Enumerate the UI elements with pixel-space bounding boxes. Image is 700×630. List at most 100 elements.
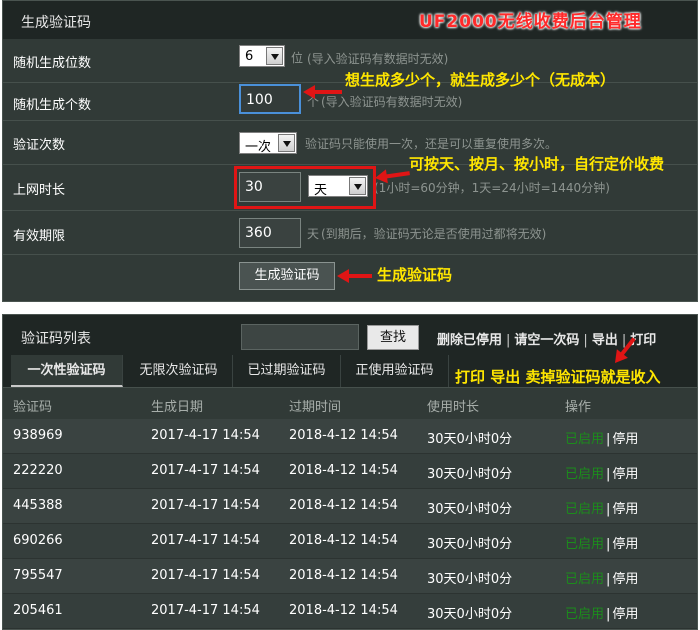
separator: | — [606, 572, 611, 587]
status-label: 已启用 — [565, 607, 605, 622]
list-panel: 验证码列表 查找 删除已停用 | 请空一次码 | 导出 | 打印 一次性验证码 无限次验证码… — [2, 314, 698, 630]
created-cell: 2017-4-17 14:54 — [151, 533, 260, 548]
count-annotation: 想生成多少个，就生成多少个（无成本） — [345, 71, 616, 89]
generator-panel: 生成验证码 UF2000无线收费后台管理 随机生成位数 6 位 (导入验证码有数… — [2, 0, 698, 302]
disable-link[interactable]: 停用 — [612, 502, 638, 517]
code-cell: 938969 — [13, 428, 63, 443]
row-digits-label: 随机生成位数 — [13, 56, 92, 71]
created-cell: 2017-4-17 14:54 — [151, 568, 260, 583]
col-code: 验证码 — [13, 400, 53, 415]
separator: | — [606, 607, 611, 622]
export-link[interactable]: 导出 — [592, 333, 618, 348]
list-actions: 删除已停用 | 请空一次码 | 导出 | 打印 — [437, 333, 657, 348]
col-created: 生成日期 — [151, 400, 204, 415]
table-row: 205461 2017-4-17 14:54 2018-4-12 14:54 30天0… — [3, 594, 697, 629]
row-validity-label: 有效期限 — [13, 229, 66, 244]
table-body: 938969 2017-4-17 14:54 2018-4-12 14:54 30天0… — [3, 419, 697, 630]
chevron-down-icon — [266, 47, 283, 65]
operation-cell: 已启用 | 停用 — [565, 568, 638, 587]
separator: | — [606, 467, 611, 482]
digits-select[interactable]: 6 — [239, 45, 285, 67]
tab-expired[interactable]: 已过期验证码 — [233, 355, 341, 387]
operation-cell: 已启用 | 停用 — [565, 463, 638, 482]
duration-hint: (1小时=60分钟，1天=24小时=1440分钟) — [374, 181, 610, 195]
expires-cell: 2018-4-12 14:54 — [289, 498, 398, 513]
operation-cell: 已启用 | 停用 — [565, 498, 638, 517]
duration-annotation: 可按天、按月、按小时，自行定价收费 — [409, 155, 665, 173]
promo-title: UF2000无线收费后台管理 — [419, 12, 642, 32]
chevron-down-icon — [278, 134, 295, 152]
separator: | — [606, 502, 611, 517]
row-duration-label: 上网时长 — [13, 183, 66, 198]
row-validity: 有效期限 360 天 (到期后，验证码无论是否使用过都将无效) — [3, 211, 697, 255]
table-row: 795547 2017-4-17 14:54 2018-4-12 14:54 30天0… — [3, 559, 697, 594]
table-row: 222220 2017-4-17 14:54 2018-4-12 14:54 30天0… — [3, 454, 697, 489]
generate-annotation: 生成验证码 — [377, 266, 453, 284]
list-title: 验证码列表 — [21, 331, 91, 347]
count-input[interactable]: 100 — [239, 84, 301, 114]
expires-cell: 2018-4-12 14:54 — [289, 603, 398, 618]
list-header: 验证码列表 查找 删除已停用 | 请空一次码 | 导出 | 打印 — [3, 315, 697, 355]
duration-cell: 30天0小时0分 — [427, 572, 513, 587]
created-cell: 2017-4-17 14:54 — [151, 428, 260, 443]
col-operation: 操作 — [565, 400, 592, 415]
print-export-annotation: 打印 导出 卖掉验证码就是收入 — [455, 368, 661, 386]
status-label: 已启用 — [565, 502, 605, 517]
code-cell: 445388 — [13, 498, 63, 513]
created-cell: 2017-4-17 14:54 — [151, 498, 260, 513]
disable-link[interactable]: 停用 — [612, 537, 638, 552]
table-row: 938969 2017-4-17 14:54 2018-4-12 14:54 30天0… — [3, 419, 697, 454]
created-cell: 2017-4-17 14:54 — [151, 463, 260, 478]
code-cell: 690266 — [13, 533, 63, 548]
duration-cell: 30天0小时0分 — [427, 502, 513, 517]
generate-button[interactable]: 生成验证码 — [239, 262, 335, 290]
expires-cell: 2018-4-12 14:54 — [289, 463, 398, 478]
tab-unlimited[interactable]: 无限次验证码 — [125, 355, 233, 387]
delete-disabled-link[interactable]: 删除已停用 — [437, 333, 502, 348]
verify-select[interactable]: 一次 — [239, 132, 297, 155]
col-duration: 使用时长 — [427, 400, 480, 415]
expires-cell: 2018-4-12 14:54 — [289, 428, 398, 443]
disable-link[interactable]: 停用 — [612, 467, 638, 482]
status-label: 已启用 — [565, 572, 605, 587]
disable-link[interactable]: 停用 — [612, 432, 638, 447]
generator-title: 生成验证码 — [21, 15, 91, 31]
tab-one-time[interactable]: 一次性验证码 — [11, 355, 123, 387]
expires-cell: 2018-4-12 14:54 — [289, 568, 398, 583]
digits-hint: (导入验证码有数据时无效) — [307, 52, 449, 66]
validity-input[interactable]: 360 — [239, 218, 301, 248]
disable-link[interactable]: 停用 — [612, 607, 638, 622]
tab-in-use[interactable]: 正使用验证码 — [341, 355, 449, 387]
duration-cell: 30天0小时0分 — [427, 537, 513, 552]
operation-cell: 已启用 | 停用 — [565, 603, 638, 622]
validity-unit: 天 — [307, 227, 320, 241]
table-row: 445388 2017-4-17 14:54 2018-4-12 14:54 30天0… — [3, 489, 697, 524]
validity-input-value: 360 — [245, 225, 272, 241]
verify-hint: 验证码只能使用一次，还是可以重复使用多次。 — [305, 137, 558, 151]
clear-once-codes-link[interactable]: 请空一次码 — [514, 333, 579, 348]
duration-cell: 30天0小时0分 — [427, 607, 513, 622]
generator-header: 生成验证码 UF2000无线收费后台管理 — [3, 1, 697, 39]
validity-hint: (到期后，验证码无论是否使用过都将无效) — [321, 227, 547, 241]
count-hint: (导入验证码有数据时无效) — [321, 95, 463, 109]
code-cell: 222220 — [13, 463, 63, 478]
separator: | — [606, 537, 611, 552]
row-verify-label: 验证次数 — [13, 138, 66, 153]
code-cell: 205461 — [13, 603, 63, 618]
table-header: 验证码 生成日期 过期时间 使用时长 操作 — [3, 389, 697, 419]
duration-cell: 30天0小时0分 — [427, 432, 513, 447]
status-label: 已启用 — [565, 467, 605, 482]
status-label: 已启用 — [565, 537, 605, 552]
search-button[interactable]: 查找 — [367, 325, 419, 350]
separator: | — [606, 432, 611, 447]
created-cell: 2017-4-17 14:54 — [151, 603, 260, 618]
table-row: 690266 2017-4-17 14:54 2018-4-12 14:54 30天0… — [3, 524, 697, 559]
operation-cell: 已启用 | 停用 — [565, 533, 638, 552]
duration-highlight-box — [234, 166, 376, 209]
search-input[interactable] — [241, 324, 359, 350]
code-cell: 795547 — [13, 568, 63, 583]
digits-select-value: 6 — [245, 49, 254, 64]
status-label: 已启用 — [565, 432, 605, 447]
duration-cell: 30天0小时0分 — [427, 467, 513, 482]
disable-link[interactable]: 停用 — [612, 572, 638, 587]
